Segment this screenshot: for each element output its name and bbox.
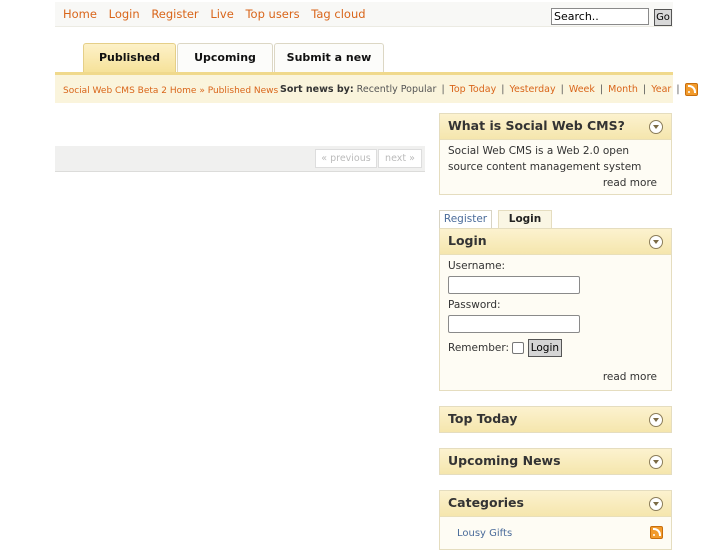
tab-published-news[interactable]: Published News (83, 43, 176, 92)
sort-week-link[interactable]: Week (569, 84, 595, 95)
login-box-title: Login (448, 233, 487, 248)
login-box: Login Username: Password: Remember: Logi… (439, 228, 672, 391)
tab-register-label[interactable]: Register (444, 213, 487, 225)
pager: « previous next » (55, 146, 425, 172)
password-label: Password: (448, 299, 501, 311)
nav-register-link[interactable]: Register (151, 7, 198, 21)
sort-bar: Sort news by: Recently Popular | Top Tod… (280, 83, 698, 96)
about-text: Social Web CMS is a Web 2.0 open source … (448, 145, 642, 173)
nav-home-link[interactable]: Home (63, 7, 97, 21)
top-today-title: Top Today (448, 411, 518, 426)
collapse-toggle-icon[interactable] (649, 120, 663, 134)
sort-year-link[interactable]: Year (651, 84, 671, 95)
breadcrumb-current-link[interactable]: Published News (208, 86, 279, 96)
upcoming-box: Upcoming News (439, 448, 672, 475)
categories-header: Categories (440, 491, 671, 517)
upcoming-header[interactable]: Upcoming News (440, 449, 671, 474)
login-form: Username: Password: Remember: Login read… (440, 255, 671, 391)
sort-yesterday-link[interactable]: Yesterday (509, 84, 555, 95)
sub-bar: Social Web CMS Beta 2 Home » Published N… (55, 72, 698, 103)
tab-upcoming-news[interactable]: Upcoming News (177, 43, 273, 92)
login-box-header: Login (440, 229, 671, 255)
categories-box: Categories Lousy Gifts (439, 490, 672, 550)
sort-separator: | (560, 84, 564, 95)
top-today-box: Top Today (439, 406, 672, 433)
remember-label: Remember: (448, 342, 509, 354)
sort-separator: | (441, 84, 445, 95)
category-link[interactable]: Lousy Gifts (457, 528, 512, 539)
tab-register[interactable]: Register (439, 210, 492, 228)
next-button[interactable]: next » (378, 149, 422, 168)
rss-icon[interactable] (650, 526, 663, 539)
search-go-button[interactable]: Go (654, 9, 672, 26)
remember-row: Remember: Login (448, 338, 663, 358)
sort-separator: | (599, 84, 604, 95)
categories-title: Categories (448, 495, 524, 510)
sort-label: Sort news by: (280, 84, 354, 95)
upcoming-title: Upcoming News (448, 453, 561, 468)
nav-login-link[interactable]: Login (109, 7, 140, 21)
top-nav-bar: Home Login Register Live Top users Tag c… (55, 2, 673, 27)
tab-login[interactable]: Login (498, 210, 552, 228)
sort-top-today-link[interactable]: Top Today (450, 84, 497, 95)
rss-icon[interactable] (684, 83, 698, 96)
sort-separator: | (642, 84, 647, 95)
about-box-title: What is Social Web CMS? (448, 118, 625, 133)
collapse-toggle-icon[interactable] (649, 497, 663, 511)
about-readmore-link[interactable]: read more (603, 175, 657, 191)
username-input[interactable] (448, 276, 580, 294)
search-input[interactable] (551, 8, 649, 25)
nav-top-users-link[interactable]: Top users (245, 7, 299, 21)
nav-tag-cloud-link[interactable]: Tag cloud (311, 7, 365, 21)
about-box-header: What is Social Web CMS? (440, 114, 671, 140)
previous-button[interactable]: « previous (315, 149, 377, 168)
username-label: Username: (448, 260, 506, 272)
tab-submit-story[interactable]: Submit a new story (274, 43, 384, 92)
login-button[interactable]: Login (527, 339, 563, 357)
sort-recently-popular: Recently Popular (356, 84, 437, 95)
top-nav-links: Home Login Register Live Top users Tag c… (63, 7, 374, 21)
nav-live-link[interactable]: Live (210, 7, 233, 21)
expand-toggle-icon[interactable] (649, 413, 663, 427)
password-input[interactable] (448, 315, 580, 333)
sort-separator: | (501, 84, 505, 95)
breadcrumb-separator: » (199, 86, 205, 96)
about-box-body: Social Web CMS is a Web 2.0 open source … (440, 140, 671, 198)
about-box: What is Social Web CMS? Social Web CMS i… (439, 113, 672, 195)
breadcrumb-home-link[interactable]: Social Web CMS Beta 2 Home (63, 86, 196, 96)
collapse-toggle-icon[interactable] (649, 235, 663, 249)
expand-toggle-icon[interactable] (649, 455, 663, 469)
remember-checkbox[interactable] (512, 342, 525, 354)
categories-list: Lousy Gifts (440, 517, 671, 542)
sort-month-link[interactable]: Month (608, 84, 638, 95)
breadcrumb: Social Web CMS Beta 2 Home » Published N… (63, 86, 278, 96)
login-readmore-link[interactable]: read more (603, 369, 657, 385)
top-today-header[interactable]: Top Today (440, 407, 671, 432)
sort-separator: | (676, 84, 680, 95)
